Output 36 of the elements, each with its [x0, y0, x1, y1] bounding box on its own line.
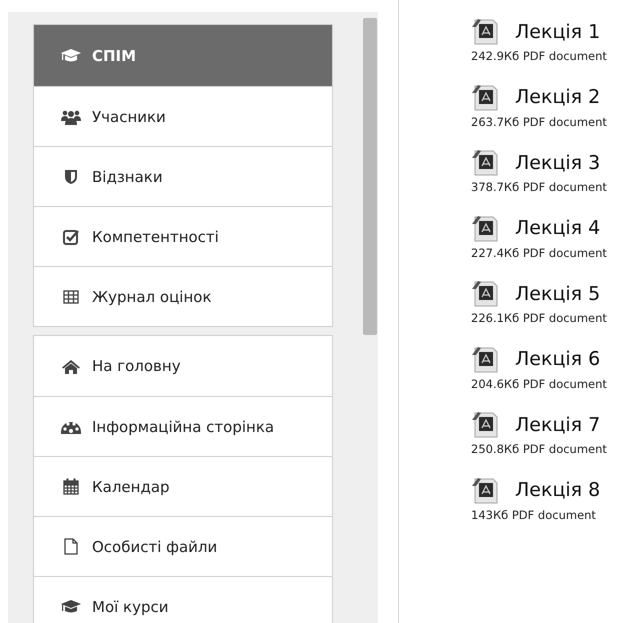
- graduation-cap-icon: [60, 48, 82, 64]
- shield-icon: [64, 168, 78, 184]
- scrollbar-thumb[interactable]: [363, 18, 377, 335]
- pdf-file-icon: [471, 149, 499, 176]
- home-icon: [62, 358, 80, 374]
- file-info: 242.9Кб PDF document: [471, 49, 607, 63]
- pdf-file-icon: [471, 84, 499, 110]
- file-link[interactable]: Лекція 2: [515, 86, 600, 108]
- file-link[interactable]: Лекція 5: [515, 282, 600, 304]
- checkbox-icon: [63, 228, 79, 244]
- file-info: 226.1Кб PDF document: [471, 311, 607, 325]
- dashboard-icon: [61, 419, 81, 434]
- file-info: 250.8Кб PDF document: [471, 442, 607, 456]
- file-info: 204.6Кб PDF document: [471, 376, 607, 390]
- nav-item[interactable]: СПІМ: [34, 25, 332, 86]
- file-link[interactable]: Лекція 1: [515, 20, 600, 42]
- file-info: 263.7Кб PDF document: [471, 114, 607, 128]
- document-icon: [64, 538, 78, 555]
- calendar-icon: [63, 478, 79, 495]
- pdf-file-icon: [471, 214, 499, 242]
- file-info: 227.4Кб PDF document: [471, 246, 607, 260]
- users-icon: [61, 108, 81, 124]
- pdf-file-icon: [471, 476, 499, 504]
- pdf-file-icon: [471, 280, 499, 307]
- file-link[interactable]: Лекція 3: [515, 152, 600, 174]
- pdf-file-icon: [471, 18, 499, 45]
- file-link[interactable]: Лекція 7: [515, 414, 600, 436]
- file-link[interactable]: Лекція 8: [515, 479, 600, 501]
- file-info: 378.7Кб PDF document: [471, 180, 607, 194]
- file-info: 143Кб PDF document: [471, 508, 597, 522]
- pdf-file-icon: [471, 411, 499, 438]
- graduation-cap-icon: [60, 598, 82, 614]
- file-link[interactable]: Лекція 6: [515, 348, 600, 370]
- table-icon: [63, 290, 79, 304]
- pdf-file-icon: [471, 346, 499, 372]
- file-link[interactable]: Лекція 4: [515, 217, 600, 239]
